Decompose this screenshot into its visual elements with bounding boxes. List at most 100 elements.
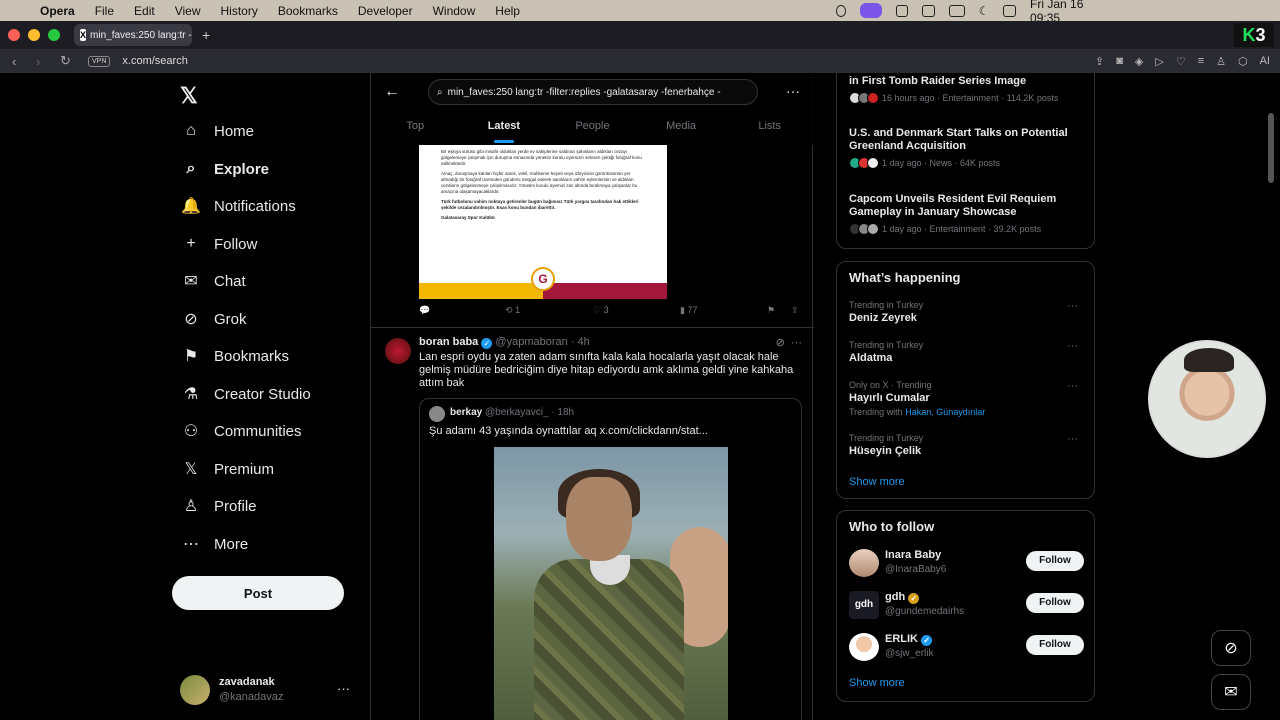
share-icon[interactable]: ⇪ bbox=[791, 305, 799, 316]
back-arrow-icon[interactable]: ← bbox=[384, 83, 400, 101]
news-item[interactable]: in First Tomb Raider Series Image 16 hou… bbox=[849, 75, 1079, 104]
messages-float-button[interactable]: ✉ bbox=[1211, 674, 1251, 710]
post-button[interactable]: Post bbox=[172, 576, 344, 610]
page-scrollbar[interactable] bbox=[1268, 113, 1274, 183]
tab-media[interactable]: Media bbox=[637, 113, 726, 143]
status-icon[interactable] bbox=[836, 4, 847, 17]
nav-notifications[interactable]: 🔔 Notifications bbox=[180, 194, 296, 218]
back-nav-icon[interactable]: ‹ bbox=[12, 54, 24, 69]
author-handle[interactable]: @yapmaboran bbox=[495, 336, 567, 348]
menu-bookmarks[interactable]: Bookmarks bbox=[278, 4, 338, 18]
quote-text: Şu adamı 43 yaşında oynattılar aq x.com/… bbox=[429, 425, 708, 437]
nav-more[interactable]: ⋯ More bbox=[180, 532, 248, 556]
nav-creator-studio[interactable]: ⚗ Creator Studio bbox=[180, 382, 311, 406]
nav-chat[interactable]: ✉ Chat bbox=[180, 269, 245, 293]
nav-bookmarks[interactable]: ⚑ Bookmarks bbox=[180, 344, 289, 368]
menu-developer[interactable]: Developer bbox=[358, 4, 413, 18]
tweet-time[interactable]: · 4h bbox=[571, 336, 590, 348]
bookmark-icon[interactable]: ⚑ bbox=[767, 305, 775, 316]
control-center-icon[interactable] bbox=[1003, 4, 1017, 17]
more-icon[interactable]: ··· bbox=[791, 337, 802, 349]
menu-history[interactable]: History bbox=[221, 4, 258, 18]
battery-icon[interactable] bbox=[948, 4, 965, 17]
menu-view[interactable]: View bbox=[175, 4, 201, 18]
show-more-link[interactable]: Show more bbox=[849, 677, 905, 689]
menu-file[interactable]: File bbox=[95, 4, 114, 18]
tab-people[interactable]: People bbox=[548, 113, 637, 143]
follow-button[interactable]: Follow bbox=[1026, 593, 1084, 613]
play-icon[interactable]: ▷ bbox=[1155, 55, 1163, 68]
vpn-badge[interactable]: VPN bbox=[88, 55, 111, 67]
trend-more-icon[interactable]: ··· bbox=[1067, 380, 1078, 392]
quoted-tweet[interactable]: berkay @berkayavci_ · 18h Şu adamı 43 ya… bbox=[419, 398, 802, 720]
follow-suggestion[interactable]: ERLIK ✓ @sjw_erlik Follow bbox=[849, 631, 1084, 663]
display-icon[interactable] bbox=[922, 4, 935, 17]
show-more-link[interactable]: Show more bbox=[849, 476, 905, 488]
close-window-button[interactable] bbox=[8, 29, 20, 41]
nav-explore[interactable]: ⌕ Explore bbox=[180, 157, 270, 181]
nav-home[interactable]: ⌂ Home bbox=[180, 119, 254, 143]
trend-item[interactable]: Trending in Turkey Aldatma ··· bbox=[849, 340, 1084, 364]
user-icon[interactable]: ♙ bbox=[1216, 55, 1226, 68]
url-field[interactable]: x.com/search bbox=[122, 55, 187, 67]
menu-edit[interactable]: Edit bbox=[134, 4, 155, 18]
account-switcher[interactable]: zavadanak @kanadavaz ··· bbox=[180, 673, 360, 707]
new-tab-button[interactable]: + bbox=[202, 27, 210, 43]
account-more-icon[interactable]: ··· bbox=[337, 681, 350, 696]
grok-analyze-icon[interactable]: ⊘ bbox=[776, 337, 785, 349]
tab-lists[interactable]: Lists bbox=[725, 113, 814, 143]
forward-nav-icon[interactable]: › bbox=[36, 54, 48, 69]
trend-item[interactable]: Only on X · Trending Hayırlı Cumalar Tre… bbox=[849, 380, 1084, 417]
ai-button[interactable]: AI bbox=[1260, 55, 1270, 68]
trend-more-icon[interactable]: ··· bbox=[1067, 300, 1078, 312]
search-options-icon[interactable]: ··· bbox=[786, 83, 800, 99]
reload-icon[interactable]: ↻ bbox=[60, 53, 72, 69]
tab-latest[interactable]: Latest bbox=[460, 113, 549, 143]
follow-button[interactable]: Follow bbox=[1026, 635, 1084, 655]
minimize-window-button[interactable] bbox=[28, 29, 40, 41]
trend-item[interactable]: Trending in Turkey Deniz Zeyrek ··· bbox=[849, 300, 1084, 324]
quote-photo[interactable] bbox=[494, 447, 728, 720]
like-button[interactable]: ♡ 3 bbox=[593, 305, 609, 316]
nav-premium[interactable]: 𝕏 Premium bbox=[180, 457, 274, 481]
nav-label: Follow bbox=[214, 235, 258, 253]
menu-opera[interactable]: Opera bbox=[40, 4, 75, 18]
trend-more-icon[interactable]: ··· bbox=[1067, 433, 1078, 445]
trend-related-links[interactable]: Hakan, Günaydınlar bbox=[905, 407, 985, 417]
menu-lines-icon[interactable]: ≡ bbox=[1198, 55, 1204, 68]
menu-window[interactable]: Window bbox=[433, 4, 476, 18]
nav-communities[interactable]: ⚇ Communities bbox=[180, 419, 302, 443]
tweet[interactable]: boran baba ✓ @yapmaboran · 4h ⊘ ··· Lan … bbox=[371, 330, 814, 720]
grid-icon[interactable] bbox=[895, 4, 909, 17]
reply-icon[interactable]: 💬 bbox=[419, 305, 430, 316]
views-button[interactable]: ▮ 77 bbox=[680, 305, 697, 316]
trend-more-icon[interactable]: ··· bbox=[1067, 340, 1078, 352]
x-logo-icon[interactable]: 𝕏 bbox=[180, 83, 198, 109]
follow-suggestion[interactable]: Inara Baby @InaraBaby6 Follow bbox=[849, 547, 1084, 579]
screen-record-icon[interactable] bbox=[860, 3, 882, 18]
camera-icon[interactable]: ◙ bbox=[1116, 55, 1123, 68]
tweet-image-statement[interactable]: Bir eşkıya sürüsü gibi misafir olduklan … bbox=[419, 145, 667, 299]
search-input[interactable]: ⌕ min_faves:250 lang:tr -filter:replies … bbox=[428, 79, 758, 105]
retweet-button[interactable]: ⟲ 1 bbox=[505, 305, 520, 316]
author-name[interactable]: boran baba bbox=[419, 336, 478, 348]
tab-top[interactable]: Top bbox=[371, 113, 460, 143]
nav-grok[interactable]: ⊘ Grok bbox=[180, 307, 246, 331]
moon-icon[interactable]: ☾ bbox=[979, 4, 990, 18]
news-item[interactable]: U.S. and Denmark Start Talks on Potentia… bbox=[849, 127, 1079, 169]
menu-help[interactable]: Help bbox=[495, 4, 520, 18]
heart-icon[interactable]: ♡ bbox=[1176, 55, 1186, 68]
grok-float-button[interactable]: ⊘ bbox=[1211, 630, 1251, 666]
trend-item[interactable]: Trending in Turkey Hüseyin Çelik ··· bbox=[849, 433, 1084, 457]
nav-profile[interactable]: ♙ Profile bbox=[180, 494, 257, 518]
cube-icon[interactable]: ⬡ bbox=[1238, 55, 1248, 68]
share-icon[interactable]: ⇪ bbox=[1095, 55, 1104, 68]
avatar[interactable] bbox=[385, 338, 411, 364]
browser-tab[interactable]: X min_faves:250 lang:tr -f bbox=[74, 24, 192, 46]
follow-button[interactable]: Follow bbox=[1026, 551, 1084, 571]
zoom-window-button[interactable] bbox=[48, 29, 60, 41]
news-item[interactable]: Capcom Unveils Resident Evil Requiem Gam… bbox=[849, 193, 1079, 235]
follow-suggestion[interactable]: gdh gdh ✓ @gundemedairhs Follow bbox=[849, 589, 1084, 621]
shield-icon[interactable]: ◈ bbox=[1135, 55, 1143, 68]
nav-follow[interactable]: + Follow bbox=[180, 232, 257, 256]
